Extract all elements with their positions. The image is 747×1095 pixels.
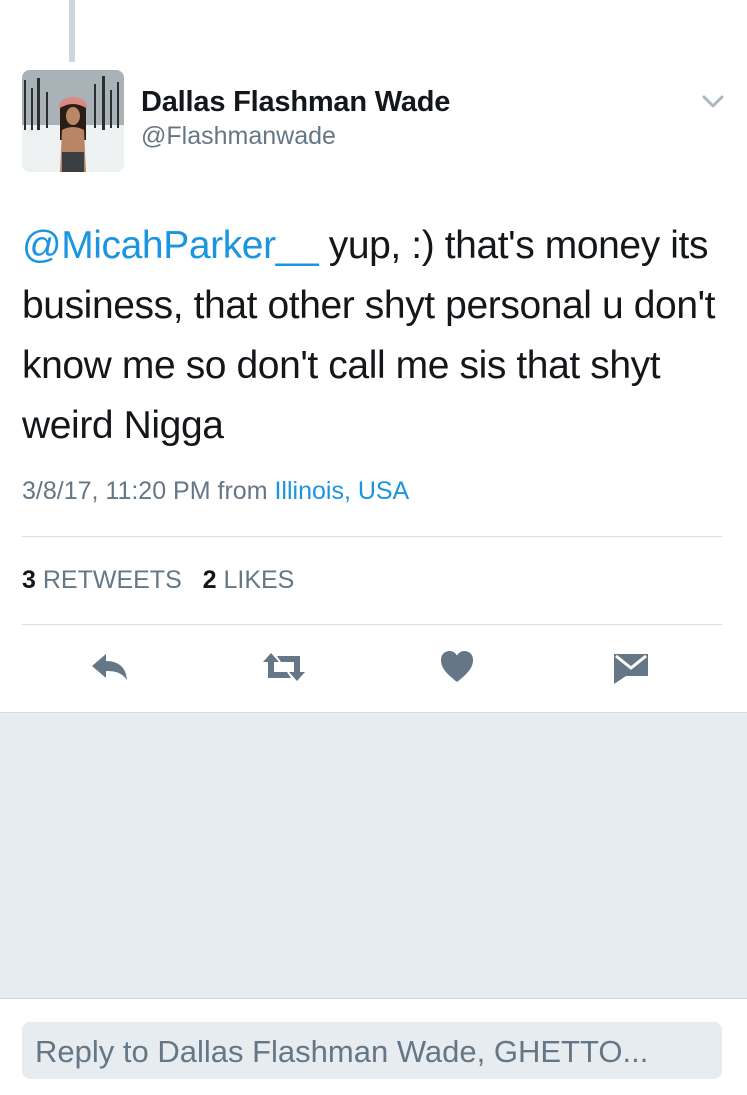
divider: [22, 536, 722, 537]
author-name[interactable]: Dallas Flashman Wade: [141, 86, 450, 119]
retweet-icon[interactable]: [261, 648, 307, 686]
retweets-count: 3: [22, 566, 36, 594]
reply-input[interactable]: Reply to Dallas Flashman Wade, GHETTO...: [22, 1022, 722, 1079]
from-label: from: [217, 477, 268, 505]
tweet-text: @MicahParker__ yup, :) that's money its …: [22, 216, 727, 456]
likes-stat[interactable]: 2 LIKES: [203, 566, 295, 594]
likes-label: LIKES: [223, 566, 295, 594]
likes-count: 2: [202, 566, 217, 594]
chevron-down-icon[interactable]: [700, 91, 726, 111]
location-link[interactable]: Illinois, USA: [274, 477, 409, 505]
replies-area: [0, 712, 747, 999]
reply-placeholder: Reply to Dallas Flashman Wade, GHETTO...: [35, 1034, 649, 1069]
tweet-detail-page: Dallas Flashman Wade @Flashmanwade @Mica…: [0, 0, 747, 1095]
mention-link[interactable]: @MicahParker__: [22, 224, 319, 267]
like-icon[interactable]: [440, 648, 474, 686]
tweet-meta: 3/8/17, 11:20 PM from Illinois, USA: [22, 477, 409, 506]
direct-message-icon[interactable]: [612, 648, 650, 686]
avatar[interactable]: [22, 70, 124, 172]
tweet-stats: 3 RETWEETS 2 LIKES: [22, 566, 294, 595]
tweet-timestamp: 3/8/17, 11:20 PM: [22, 477, 211, 505]
retweets-label: RETWEETS: [42, 566, 182, 594]
reply-icon[interactable]: [90, 648, 130, 686]
thread-connector-line: [69, 0, 75, 62]
author-handle[interactable]: @Flashmanwade: [141, 122, 336, 151]
retweets-stat[interactable]: 3 RETWEETS: [22, 566, 182, 594]
divider: [22, 624, 722, 625]
